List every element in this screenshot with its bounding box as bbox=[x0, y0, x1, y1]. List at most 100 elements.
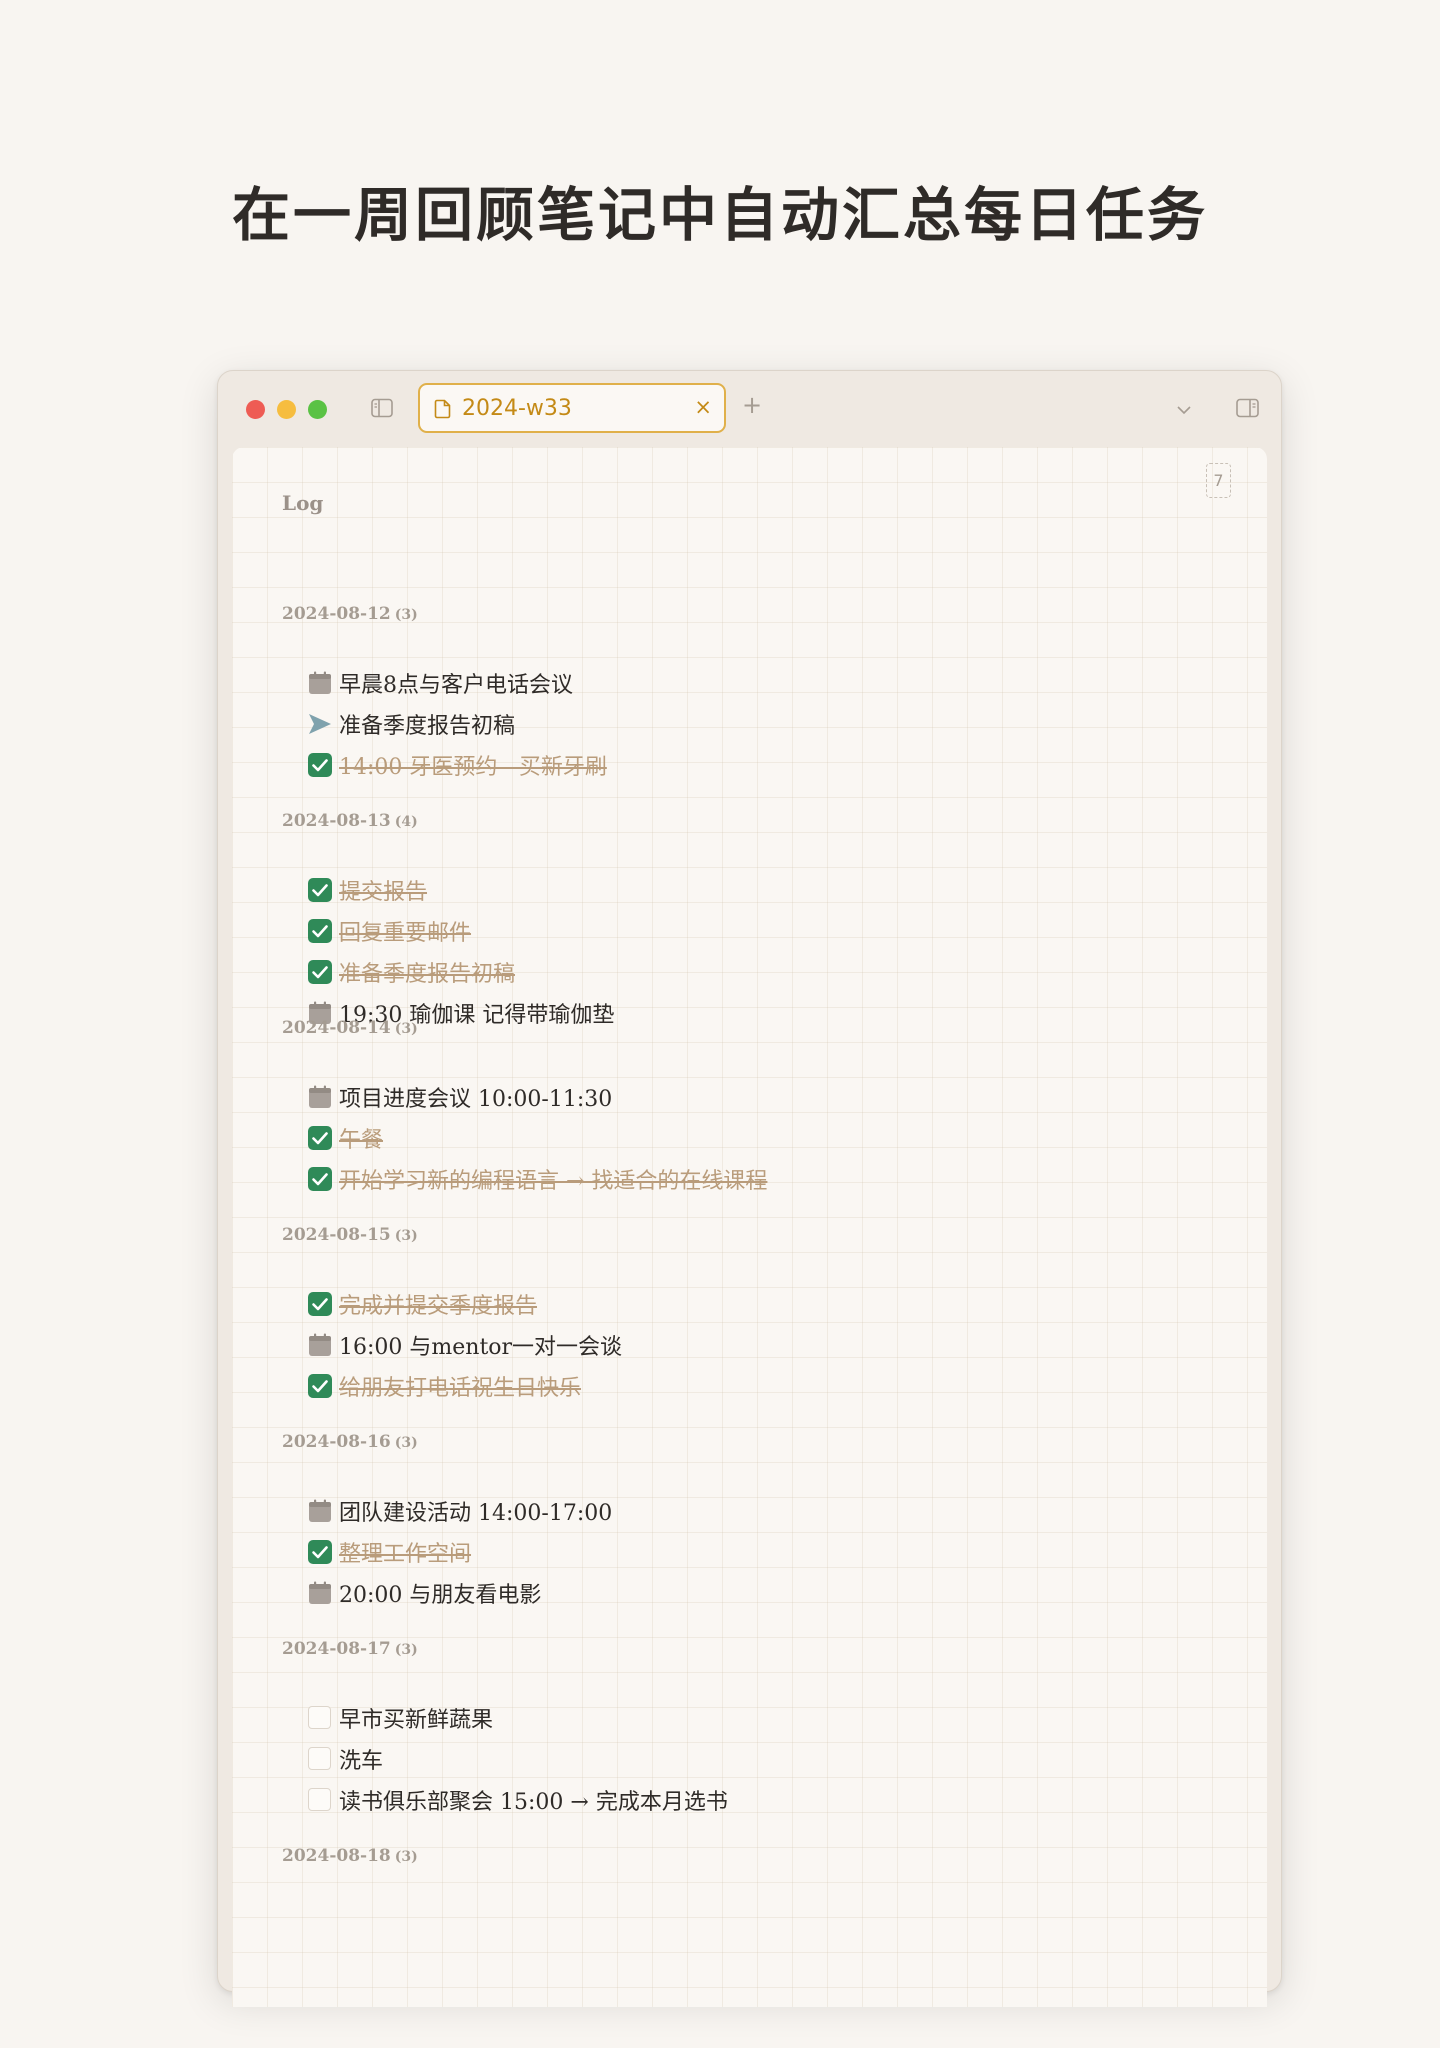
task-text: 提交报告 bbox=[339, 879, 428, 905]
tab-close-icon[interactable]: × bbox=[694, 395, 712, 419]
day-date: 2024-08-12 bbox=[282, 604, 391, 624]
task-text: 准备季度报告初稿 bbox=[339, 961, 516, 987]
new-tab-button[interactable]: + bbox=[742, 391, 762, 419]
day-heading[interactable]: 2024-08-15 (3) bbox=[282, 1220, 767, 1250]
day-section: 2024-08-15 (3) 完成并提交季度报告 16:00 与mentor一对一会谈… bbox=[282, 1220, 767, 1427]
task-item[interactable]: 早晨8点与客户电话会议 bbox=[282, 662, 767, 703]
task-text: 开始学习新的编程语言 → 找适合的在线课程 bbox=[339, 1168, 768, 1194]
task-item[interactable]: 洗车 bbox=[282, 1738, 767, 1779]
task-item[interactable]: 20:00 与朋友看电影 bbox=[282, 1572, 767, 1613]
task-item[interactable]: 14:00 牙医预约 - 买新牙刷 bbox=[282, 744, 767, 785]
task-item[interactable]: 整理工作空间 bbox=[282, 1531, 767, 1572]
day-heading[interactable]: 2024-08-16 (3) bbox=[282, 1427, 767, 1457]
day-task-count: (3) bbox=[394, 1642, 418, 1658]
task-list: 完成并提交季度报告 16:00 与mentor一对一会谈给朋友打电话祝生日快乐 bbox=[282, 1283, 767, 1406]
task-item[interactable]: 开始学习新的编程语言 → 找适合的在线课程 bbox=[282, 1158, 767, 1199]
task-item[interactable]: 早市买新鲜蔬果 bbox=[282, 1697, 767, 1738]
task-item[interactable]: 提交报告 bbox=[282, 869, 767, 910]
task-text: 给朋友打电话祝生日快乐 bbox=[339, 1375, 582, 1401]
day-task-count: (3) bbox=[394, 1435, 418, 1451]
day-section: 2024-08-13 (4) 提交报告 回复重要邮件 准备季度报告初稿 19:30 瑜伽课… bbox=[282, 806, 767, 1028]
task-item[interactable]: 准备季度报告初稿 bbox=[282, 951, 767, 992]
checkbox-checked-icon[interactable] bbox=[307, 752, 333, 778]
calendar-icon[interactable] bbox=[307, 1332, 333, 1358]
day-section: 2024-08-18 (3) bbox=[282, 1841, 767, 2048]
task-item[interactable]: 读书俱乐部聚会 15:00 → 完成本月选书 bbox=[282, 1779, 767, 1820]
calendar-icon[interactable] bbox=[307, 1498, 333, 1524]
document-icon bbox=[434, 399, 452, 419]
checkbox-checked-icon[interactable] bbox=[307, 918, 333, 944]
day-date: 2024-08-15 bbox=[282, 1225, 391, 1245]
task-list: 项目进度会议 10:00-11:30 午餐开始学习新的编程语言 → 找适合的在线课… bbox=[282, 1076, 767, 1199]
daily-log-list: 2024-08-12 (3) 早晨8点与客户电话会议 准备季度报告初稿 14:00 牙医… bbox=[282, 599, 767, 2048]
day-task-count: (3) bbox=[394, 607, 418, 623]
task-list: 提交报告 回复重要邮件 准备季度报告初稿 19:30 瑜伽课 记得带瑜伽垫 bbox=[282, 869, 767, 1033]
day-section: 2024-08-12 (3) 早晨8点与客户电话会议准备季度报告初稿 14:00 牙医… bbox=[282, 599, 767, 806]
checkbox-empty-icon[interactable] bbox=[307, 1705, 333, 1731]
calendar-icon[interactable] bbox=[307, 670, 333, 696]
app-window: 2024-w33 × + 7 Log 2024-08-12 (3) 早晨8点与客户电… bbox=[217, 370, 1282, 2007]
task-list: 早市买新鲜蔬果 洗车读书俱乐部聚会 15:00 → 完成本月选书 bbox=[282, 1697, 767, 1820]
day-heading[interactable]: 2024-08-17 (3) bbox=[282, 1634, 767, 1664]
day-section: 2024-08-14 (3) 项目进度会议 10:00-11:30 午餐开始学习新的编… bbox=[282, 1013, 767, 1220]
day-heading[interactable]: 2024-08-13 (4) bbox=[282, 806, 767, 836]
page-headline: 在一周回顾笔记中自动汇总每日任务 bbox=[231, 181, 1208, 249]
day-task-count: (4) bbox=[394, 814, 418, 830]
task-text: 团队建设活动 14:00-17:00 bbox=[339, 1500, 613, 1526]
title-bar: 2024-w33 × + bbox=[218, 371, 1281, 447]
zoom-window-button[interactable] bbox=[308, 400, 327, 419]
task-text: 完成并提交季度报告 bbox=[339, 1293, 538, 1319]
task-text: 回复重要邮件 bbox=[339, 920, 472, 946]
day-heading[interactable]: 2024-08-12 (3) bbox=[282, 599, 767, 629]
minimize-window-button[interactable] bbox=[277, 400, 296, 419]
task-item[interactable]: 回复重要邮件 bbox=[282, 910, 767, 951]
checkbox-checked-icon[interactable] bbox=[307, 1291, 333, 1317]
forward-arrow-icon[interactable] bbox=[307, 711, 333, 737]
day-heading[interactable]: 2024-08-14 (3) bbox=[282, 1013, 767, 1043]
task-item[interactable]: 完成并提交季度报告 bbox=[282, 1283, 767, 1324]
chevron-down-icon[interactable] bbox=[1176, 401, 1192, 415]
task-item[interactable]: 16:00 与mentor一对一会谈 bbox=[282, 1324, 767, 1365]
task-item[interactable]: 项目进度会议 10:00-11:30 bbox=[282, 1076, 767, 1117]
task-item[interactable]: 团队建设活动 14:00-17:00 bbox=[282, 1490, 767, 1531]
task-item[interactable]: 给朋友打电话祝生日快乐 bbox=[282, 1365, 767, 1406]
task-item[interactable]: 准备季度报告初稿 bbox=[282, 703, 767, 744]
task-text: 20:00 与朋友看电影 bbox=[339, 1582, 542, 1608]
task-text: 读书俱乐部聚会 15:00 → 完成本月选书 bbox=[339, 1789, 728, 1815]
checkbox-checked-icon[interactable] bbox=[307, 1539, 333, 1565]
task-text: 14:00 牙医预约 - 买新牙刷 bbox=[339, 754, 607, 780]
calendar-icon[interactable] bbox=[307, 1084, 333, 1110]
checkbox-checked-icon[interactable] bbox=[307, 959, 333, 985]
left-sidebar-toggle-icon[interactable] bbox=[371, 398, 393, 418]
checkbox-checked-icon[interactable] bbox=[307, 1166, 333, 1192]
checkbox-checked-icon[interactable] bbox=[307, 1373, 333, 1399]
day-heading[interactable]: 2024-08-18 (3) bbox=[282, 1841, 767, 1871]
task-text: 洗车 bbox=[339, 1748, 384, 1774]
day-date: 2024-08-14 bbox=[282, 1018, 391, 1038]
log-heading: Log bbox=[282, 491, 324, 515]
day-date: 2024-08-13 bbox=[282, 811, 391, 831]
task-text: 项目进度会议 10:00-11:30 bbox=[339, 1086, 613, 1112]
tab-2024-w33[interactable]: 2024-w33 × bbox=[418, 383, 726, 433]
checkbox-empty-icon[interactable] bbox=[307, 1746, 333, 1772]
checkbox-checked-icon[interactable] bbox=[307, 1125, 333, 1151]
calendar-icon[interactable] bbox=[307, 1580, 333, 1606]
day-date: 2024-08-18 bbox=[282, 1846, 391, 1866]
page-count-badge: 7 bbox=[1206, 463, 1231, 498]
task-item[interactable]: 午餐 bbox=[282, 1117, 767, 1158]
checkbox-checked-icon[interactable] bbox=[307, 877, 333, 903]
day-section: 2024-08-17 (3) 早市买新鲜蔬果 洗车读书俱乐部聚会 15:00 → 完成… bbox=[282, 1634, 767, 1841]
right-sidebar-toggle-icon[interactable] bbox=[1236, 398, 1259, 418]
task-text: 早市买新鲜蔬果 bbox=[339, 1707, 494, 1733]
task-list: 早晨8点与客户电话会议准备季度报告初稿 14:00 牙医预约 - 买新牙刷 bbox=[282, 662, 767, 785]
task-text: 整理工作空间 bbox=[339, 1541, 472, 1567]
day-task-count: (3) bbox=[394, 1849, 418, 1865]
close-window-button[interactable] bbox=[246, 400, 265, 419]
task-text: 午餐 bbox=[339, 1127, 384, 1153]
task-list: 团队建设活动 14:00-17:00 整理工作空间 20:00 与朋友看电影 bbox=[282, 1490, 767, 1613]
day-task-count: (3) bbox=[394, 1228, 418, 1244]
day-task-count: (3) bbox=[394, 1021, 418, 1037]
note-editor[interactable]: 7 Log 2024-08-12 (3) 早晨8点与客户电话会议 准备季度报告初稿 14… bbox=[232, 447, 1267, 2007]
task-text: 准备季度报告初稿 bbox=[339, 713, 516, 739]
checkbox-empty-icon[interactable] bbox=[307, 1787, 333, 1813]
